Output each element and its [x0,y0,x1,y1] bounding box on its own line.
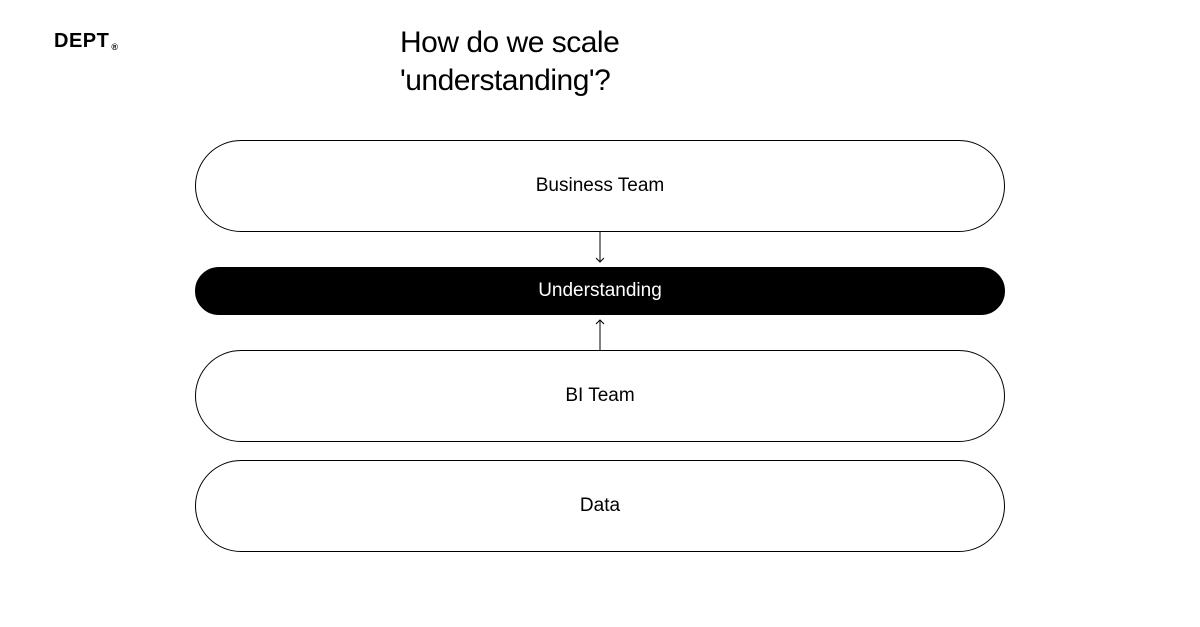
flow-diagram: Business Team Understanding BI Team Data [195,140,1005,552]
arrow-down-icon [595,232,605,267]
node-data: Data [195,460,1005,552]
node-understanding: Understanding [195,267,1005,315]
node-understanding-label: Understanding [538,280,662,302]
node-business-team-label: Business Team [536,175,665,197]
title-line-2: 'understanding'? [400,62,800,100]
node-data-label: Data [580,495,620,517]
title-line-1: How do we scale [400,24,800,62]
brand-logo: DEPT® [54,30,118,53]
brand-name: DEPT [54,30,109,53]
slide: DEPT® How do we scale 'understanding'? B… [0,0,1200,627]
node-bi-team: BI Team [195,350,1005,442]
arrow-up-icon [595,315,605,350]
slide-title: How do we scale 'understanding'? [400,24,800,99]
node-bi-team-label: BI Team [565,385,634,407]
node-business-team: Business Team [195,140,1005,232]
brand-registered-mark: ® [111,42,118,52]
